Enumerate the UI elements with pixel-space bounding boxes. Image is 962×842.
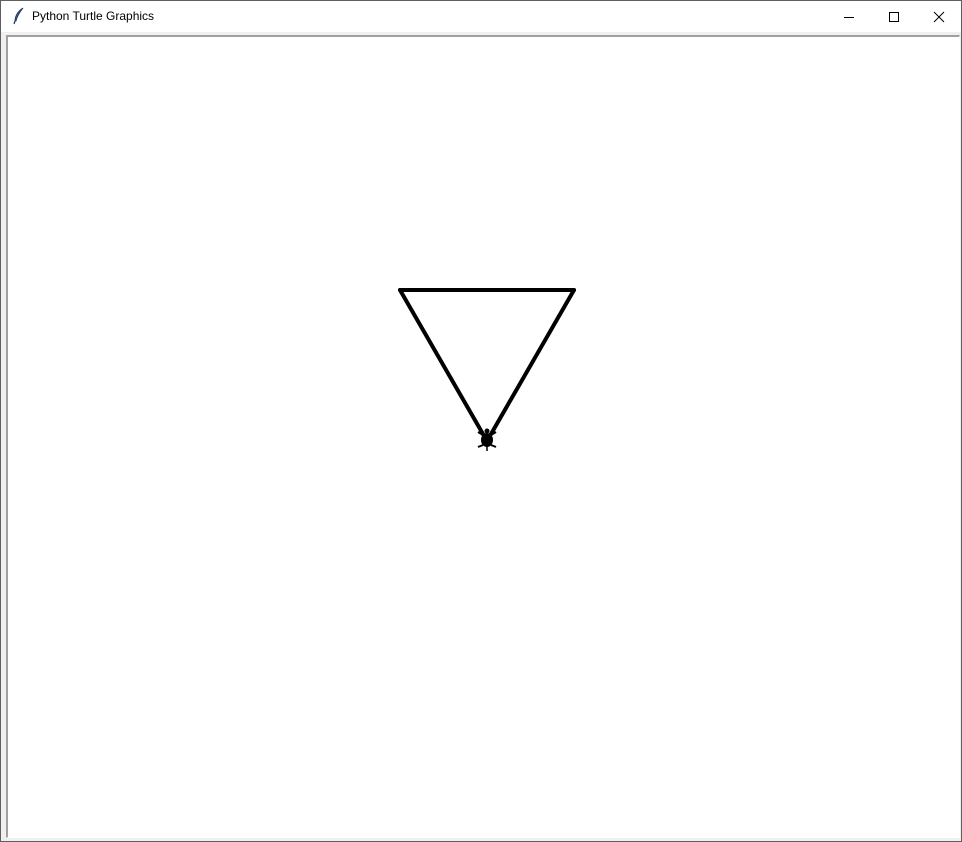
feather-icon — [11, 7, 27, 25]
close-icon — [933, 11, 945, 22]
turtle-canvas-frame — [6, 35, 960, 838]
window-title: Python Turtle Graphics — [32, 9, 155, 23]
turtle-canvas[interactable] — [8, 37, 959, 837]
client-area — [6, 35, 960, 838]
maximize-button[interactable] — [871, 1, 917, 32]
turtle-window: Python Turtle Graphics — [0, 0, 962, 842]
minimize-button[interactable] — [826, 1, 872, 32]
close-button[interactable] — [916, 1, 962, 32]
maximize-icon — [889, 11, 899, 22]
minimize-icon — [844, 16, 854, 18]
title-bar[interactable]: Python Turtle Graphics — [1, 1, 961, 32]
